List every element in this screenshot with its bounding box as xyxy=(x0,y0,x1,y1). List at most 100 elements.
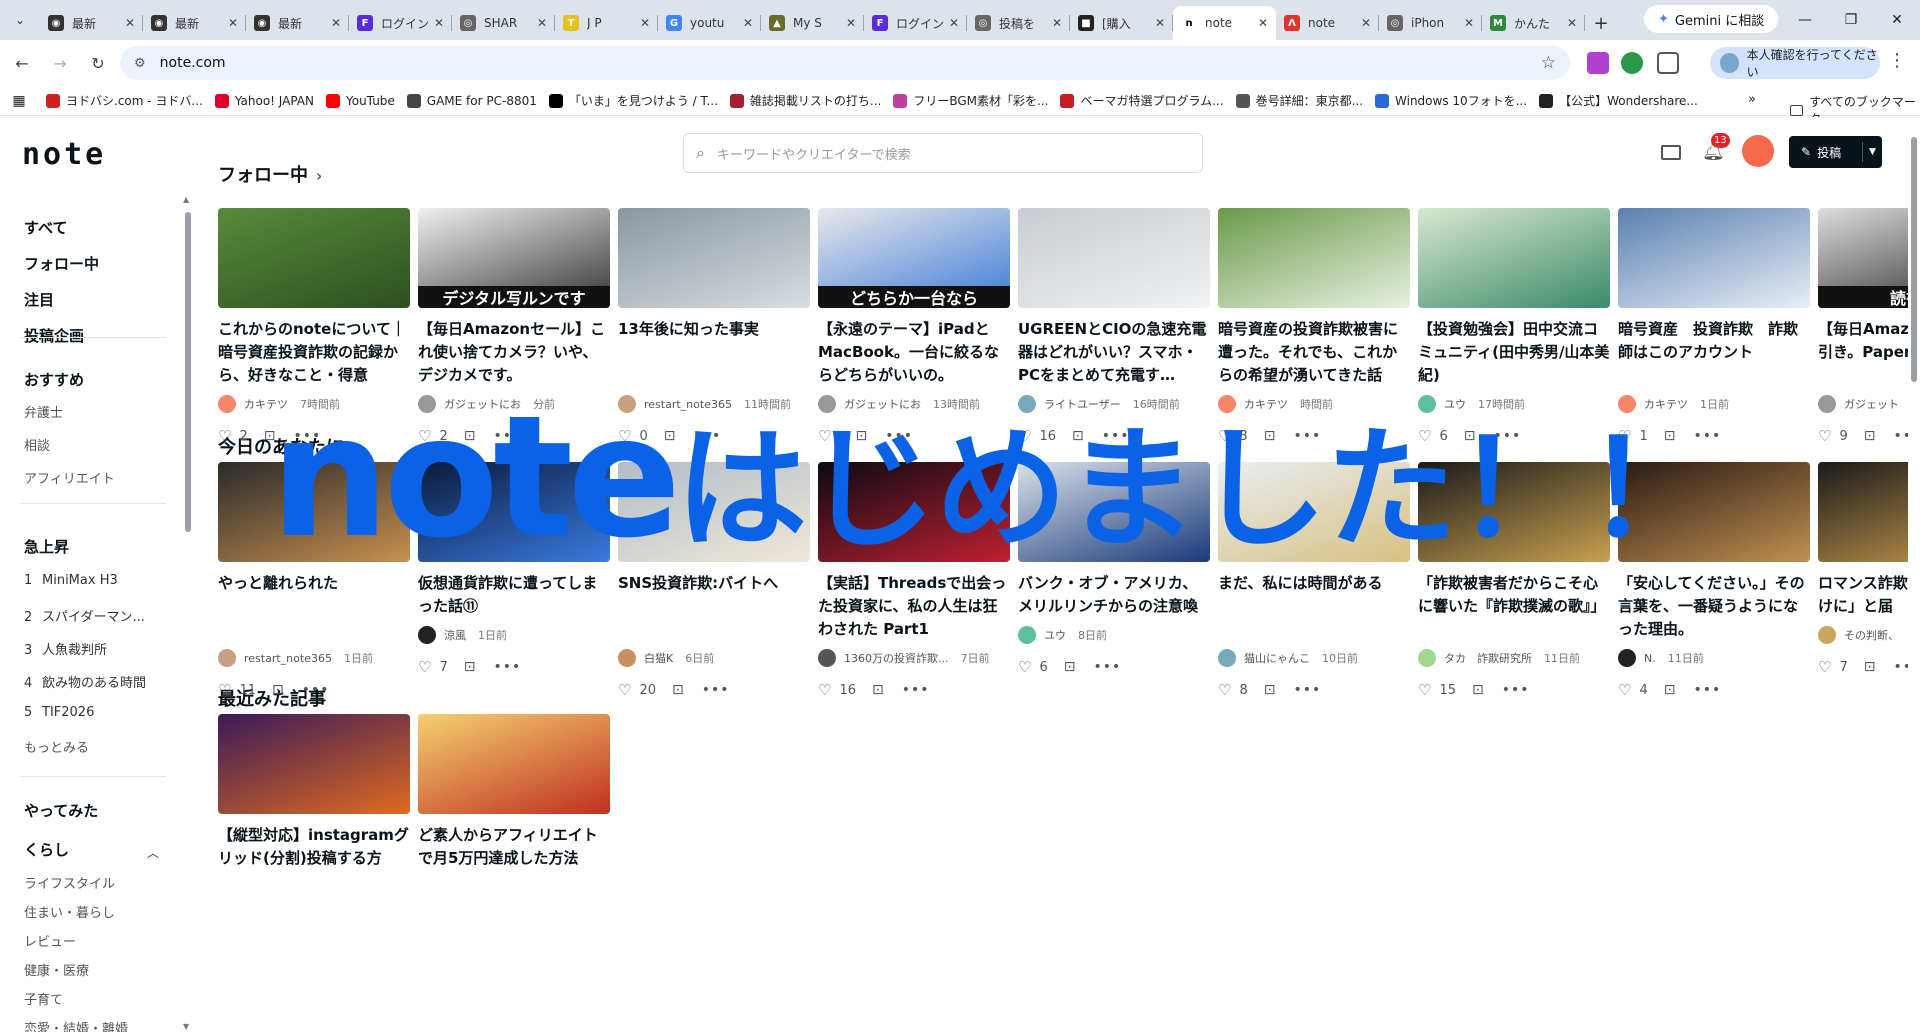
new-tab-button[interactable]: + xyxy=(1585,6,1617,40)
article-thumbnail[interactable] xyxy=(1418,208,1610,308)
sidebar-item-life-5[interactable]: 恋愛・結婚・離婚 xyxy=(24,1018,128,1032)
more-options-icon[interactable]: ••• xyxy=(493,659,521,675)
tab-close-icon[interactable]: ✕ xyxy=(846,16,856,30)
article-thumbnail[interactable]: 読書好 xyxy=(1818,208,1920,308)
tab-close-icon[interactable]: ✕ xyxy=(1567,16,1577,30)
like-heart-icon[interactable]: ♡ xyxy=(818,681,831,699)
sidebar-item-main-2[interactable]: 注目 xyxy=(24,289,54,310)
tab-close-icon[interactable]: ✕ xyxy=(1052,16,1062,30)
tab-4[interactable]: ◎ SHAR ✕ xyxy=(452,6,555,40)
article-thumbnail[interactable] xyxy=(1218,208,1410,308)
article-card[interactable]: 読書好【毎日Amazon】突然の値引き。Paperwhiteガジェット♡9⊡••… xyxy=(1818,208,1920,445)
article-title[interactable]: 【投資勉強会】田中交流コミュニティ(田中秀男/山本美紀) xyxy=(1418,318,1610,387)
bookmark-icon[interactable]: ⊡ xyxy=(1864,428,1876,444)
tab-11[interactable]: n note ✕ xyxy=(1173,6,1276,40)
sidebar-item-trending-3[interactable]: 4 飲み物のある時間 xyxy=(24,672,146,691)
author-name[interactable]: タカ 詐欺研究所 xyxy=(1444,650,1532,666)
user-avatar[interactable] xyxy=(1742,135,1774,167)
author-name[interactable]: N. xyxy=(1644,652,1656,665)
tab-close-icon[interactable]: ✕ xyxy=(228,16,238,30)
sidebar-item-recommend-0[interactable]: 弁護士 xyxy=(24,402,63,421)
article-title[interactable]: まだ、私には時間がある xyxy=(1218,572,1410,641)
tab-close-icon[interactable]: ✕ xyxy=(1361,16,1371,30)
chevron-down-icon[interactable]: ▼ xyxy=(1862,142,1882,162)
tab-14[interactable]: M かんた ✕ xyxy=(1482,6,1585,40)
author-avatar[interactable] xyxy=(1618,649,1636,667)
article-card[interactable]: ど素人からアフィリエイトで月5万円達成した方法 xyxy=(418,714,610,893)
author-name[interactable]: ガジェット xyxy=(1844,396,1899,412)
like-heart-icon[interactable]: ♡ xyxy=(1818,427,1831,445)
profile-verify-button[interactable]: 本人確認を行ってください xyxy=(1710,47,1880,79)
tab-close-icon[interactable]: ✕ xyxy=(1258,16,1268,30)
article-title[interactable]: 【毎日Amazon】突然の値引き。Paperwhite xyxy=(1818,318,1920,387)
bookmark-item[interactable]: YouTube xyxy=(326,93,395,108)
sidebar-item-trending-2[interactable]: 3 人魚裁判所 xyxy=(24,639,107,658)
extension-icon-green[interactable] xyxy=(1621,52,1643,74)
sidebar-item-trending-0[interactable]: 1 MiniMax H3 xyxy=(24,573,118,588)
article-title[interactable]: 「安心してください。」その言葉を、一番疑うようになった理由。 xyxy=(1618,572,1810,641)
tab-6[interactable]: Gyoutu ✕ xyxy=(658,6,761,40)
bookmark-icon[interactable]: ⊡ xyxy=(1472,682,1484,698)
address-bar[interactable]: ⚙ note.com ☆ xyxy=(120,46,1570,80)
tab-close-icon[interactable]: ✕ xyxy=(640,16,650,30)
restore-button[interactable]: ❐ xyxy=(1828,0,1874,40)
article-title[interactable]: バンク・オブ・アメリカ、メリルリンチからの注意喚起 xyxy=(1018,572,1210,618)
sidebar-more-link[interactable]: もっとみる xyxy=(24,737,89,756)
author-avatar[interactable] xyxy=(618,649,636,667)
tab-close-icon[interactable]: ✕ xyxy=(537,16,547,30)
article-title[interactable]: 【永遠のテーマ】iPadとMacBook。一台に絞るならどちらがいいの。 xyxy=(818,318,1010,387)
bookmark-item[interactable]: Yahoo! JAPAN xyxy=(214,93,314,108)
tab-close-icon[interactable]: ✕ xyxy=(331,16,341,30)
bookmark-item[interactable]: ベーマガ特選プログラム... xyxy=(1060,92,1224,109)
sidebar-item-life-4[interactable]: 子育て xyxy=(24,989,63,1008)
sidebar-scrollbar[interactable] xyxy=(185,212,191,532)
author-avatar[interactable] xyxy=(418,626,436,644)
site-info-icon[interactable]: ⚙ xyxy=(134,56,146,71)
like-heart-icon[interactable]: ♡ xyxy=(618,681,631,699)
bookmark-icon[interactable]: ⊡ xyxy=(1864,659,1876,675)
tab-2[interactable]: ◉ 最新 ✕ xyxy=(246,6,349,40)
page-scrollbar[interactable] xyxy=(1908,117,1920,1032)
section-following-title[interactable]: フォロー中 › xyxy=(218,161,322,187)
reload-button[interactable]: ↻ xyxy=(82,47,114,79)
article-title[interactable]: SNS投資詐欺:バイトへ xyxy=(618,572,810,641)
tab-5[interactable]: T J P ✕ xyxy=(555,6,658,40)
more-options-icon[interactable]: ••• xyxy=(902,682,930,698)
author-name[interactable]: ユウ xyxy=(1044,627,1066,643)
bookmark-icon[interactable]: ⊡ xyxy=(464,659,476,675)
article-card[interactable]: ロマンス詐欺いた直後、「かけに」と届その判断、♡7⊡••• xyxy=(1818,462,1920,676)
like-heart-icon[interactable]: ♡ xyxy=(1618,681,1631,699)
sidebar-item-life-1[interactable]: 住まい・暮らし xyxy=(24,902,115,921)
sidebar-item-main-3[interactable]: 投稿企画 xyxy=(24,325,84,346)
article-card[interactable]: 【縦型対応】instagramグリッド(分割)投稿する方 xyxy=(218,714,410,893)
article-thumbnail[interactable] xyxy=(1618,208,1810,308)
more-options-icon[interactable]: ••• xyxy=(302,682,330,698)
mail-icon[interactable] xyxy=(1661,145,1681,160)
bookmark-item[interactable]: GAME for PC-8801 xyxy=(406,93,537,108)
article-title[interactable]: 【毎日Amazonセール】これ使い捨てカメラ？いや、デジカメです。 xyxy=(418,318,610,387)
article-thumbnail[interactable] xyxy=(218,714,410,814)
bookmark-icon[interactable]: ⊡ xyxy=(272,682,284,698)
author-avatar[interactable] xyxy=(1018,626,1036,644)
bookmark-item[interactable]: Windows 10フォトを... xyxy=(1375,92,1527,109)
author-avatar[interactable] xyxy=(818,649,836,667)
tab-10[interactable]: ■ [購入 ✕ xyxy=(1070,6,1173,40)
sidebar-item-recommend-1[interactable]: 相談 xyxy=(24,435,50,454)
chevron-up-icon[interactable]: ︿ xyxy=(147,844,159,861)
tab-close-icon[interactable]: ✕ xyxy=(1155,16,1165,30)
like-heart-icon[interactable]: ♡ xyxy=(1218,681,1231,699)
like-heart-icon[interactable]: ♡ xyxy=(218,427,231,445)
close-window-button[interactable]: ✕ xyxy=(1874,0,1920,40)
extension-icon-purple[interactable] xyxy=(1587,52,1609,74)
minimize-button[interactable]: — xyxy=(1782,0,1828,40)
article-title[interactable]: 仮想通貨詐欺に遭ってしまった話⑪ xyxy=(418,572,610,618)
bookmark-item[interactable]: 雑誌掲載リストの打ち... xyxy=(729,92,881,109)
author-avatar[interactable] xyxy=(1418,649,1436,667)
tab-close-icon[interactable]: ✕ xyxy=(1464,16,1474,30)
article-title[interactable]: ロマンス詐欺いた直後、「かけに」と届 xyxy=(1818,572,1920,618)
sidebar-item-life[interactable]: くらし xyxy=(24,839,69,860)
scroll-down-icon[interactable]: ▼ xyxy=(183,1022,189,1031)
article-title[interactable]: ど素人からアフィリエイトで月5万円達成した方法 xyxy=(418,824,610,893)
article-title[interactable]: やっと離れられた xyxy=(218,572,410,641)
tab-search-icon[interactable]: ⌄ xyxy=(0,0,40,40)
